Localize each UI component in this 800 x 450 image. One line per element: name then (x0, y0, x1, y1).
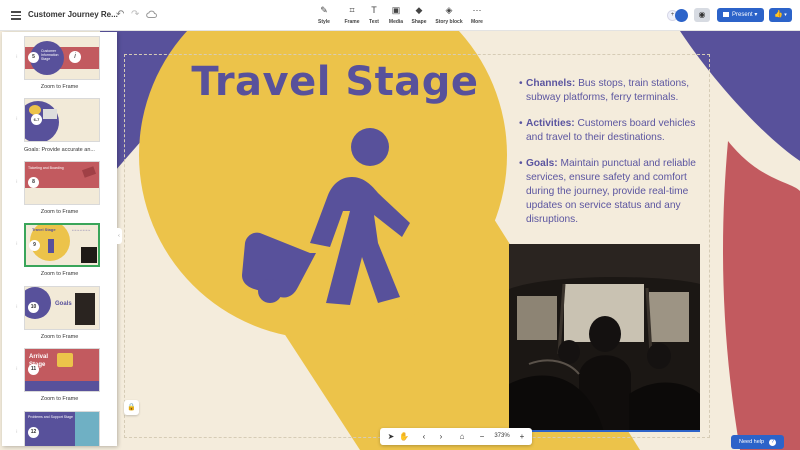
bullet-heading: Activities: (526, 118, 575, 129)
bullet-heading: Channels: (526, 78, 576, 89)
thumbnail-text: Ticketing and Boarding (28, 166, 64, 170)
document-title[interactable]: Customer Journey Re... (28, 10, 118, 19)
chevron-down-icon: ▾ (754, 12, 758, 18)
bullet-list[interactable]: Channels: Bus stops, train stations, sub… (519, 77, 714, 239)
redo-icon[interactable]: ↷ (131, 9, 139, 20)
thumbnail-frame[interactable]: Travel Stage ▪ ▪ ▪ ▪ ▪ ▪ ▪ ▪ ▪ ▪ ▪ ▪ 9 (24, 223, 100, 267)
thumbnail-text: Customer Information Stage (41, 49, 59, 61)
shape-icon: ◆ (415, 5, 423, 15)
bus-interior-photo[interactable] (509, 244, 700, 432)
thumbnail-frame[interactable]: 6-7 (24, 98, 100, 142)
thumbnail-number: 8 (28, 177, 39, 188)
zoom-in-icon[interactable]: + (516, 428, 528, 445)
collapse-panel-handle[interactable]: ‹ (116, 228, 122, 244)
drag-handle-icon[interactable]: ⁝ (16, 179, 18, 185)
preview-eye-button[interactable]: ◉ (694, 8, 710, 22)
bullet-heading: Goals: (526, 158, 558, 169)
bullet-channels: Channels: Bus stops, train stations, sub… (519, 77, 714, 105)
thumbnail-number: 5 (28, 52, 39, 63)
more-tool-label: More (471, 19, 483, 25)
red-right-shape (723, 141, 800, 450)
drag-handle-icon[interactable]: ⁝ (16, 54, 18, 60)
thumbnail-number: 12 (28, 427, 39, 438)
next-arrow-icon[interactable]: › (435, 428, 447, 445)
previous-arrow-icon[interactable]: ‹ (418, 428, 430, 445)
home-icon[interactable]: ⌂ (456, 428, 468, 445)
thumbnail-frame[interactable]: Ticketing and Boarding 8 (24, 161, 100, 205)
menu-icon[interactable] (11, 11, 21, 20)
slide-title[interactable]: Travel Stage (170, 59, 500, 105)
share-button[interactable]: 👍 ▾ (769, 8, 792, 22)
traveler-with-luggage-icon (242, 128, 410, 305)
cloud-save-icon (146, 10, 157, 21)
thumbnail-frame[interactable]: Customer Information Stage i 5 (24, 36, 100, 80)
collaborators-avatars[interactable]: + (667, 9, 689, 22)
more-icon: ⋯ (472, 5, 482, 15)
drag-handle-icon[interactable]: ⁝ (16, 366, 18, 372)
zoom-out-icon[interactable]: − (477, 428, 487, 445)
drag-handle-icon[interactable]: ⁝ (16, 241, 18, 247)
thumbnail-frame[interactable]: Goals 10 (24, 286, 100, 330)
thumbnail-frame[interactable]: Arrival Stage 11 (24, 348, 100, 392)
bullet-activities: Activities: Customers board vehicles and… (519, 117, 714, 145)
present-button[interactable]: Present ▾ (717, 8, 764, 22)
thumbnail-caption: Goals: Provide accurate an... (24, 147, 95, 153)
thumbnail-caption: Zoom to Frame (40, 84, 79, 90)
drag-handle-icon[interactable]: ⁝ (16, 116, 18, 122)
present-screen-icon (723, 11, 729, 17)
drag-handle-icon[interactable]: ⁝ (16, 304, 18, 310)
lock-button[interactable]: 🔒 (124, 400, 139, 415)
slides-thumbnail-panel: ⁝ Customer Information Stage i 5 Zoom to… (2, 32, 117, 446)
present-label: Present (732, 12, 753, 18)
hand-pan-tool-icon[interactable]: ✋ (398, 428, 410, 445)
thumbs-up-icon: 👍 (774, 11, 783, 18)
undo-icon[interactable]: ↶ (116, 9, 124, 20)
bullet-goals: Goals: Maintain punctual and reliable se… (519, 157, 714, 227)
thumbnail-number: 10 (28, 302, 39, 313)
thumbnail-caption: Zoom to Frame (40, 271, 79, 277)
thumbnail-text: Goals (55, 301, 72, 307)
drag-handle-icon[interactable]: ⁝ (16, 429, 18, 435)
thumbnail-frame[interactable]: Problems and Support Stage 12 (24, 411, 100, 446)
chevron-left-icon: ‹ (118, 233, 120, 239)
thumbnail-caption: Zoom to Frame (40, 209, 79, 215)
top-toolbar: Customer Journey Re... ↶ ↷ ✎ Style ⌗ Fra… (0, 0, 800, 31)
lock-icon: 🔒 (127, 404, 136, 411)
pointer-tool-icon[interactable]: ➤ (385, 428, 397, 445)
thumbnail-number: 9 (29, 240, 40, 251)
zoom-level[interactable]: 373% (490, 428, 514, 445)
selection-underline (509, 430, 700, 432)
eye-icon: ◉ (698, 10, 706, 19)
thumbnail-caption: Zoom to Frame (40, 334, 79, 340)
shape-tool-button[interactable]: ◆ Shape (402, 5, 436, 25)
chevron-down-icon: ▾ (782, 12, 787, 18)
need-help-label: Need help (739, 439, 765, 445)
thumbnail-number: 11 (28, 364, 39, 375)
thumbnail-number: 6-7 (31, 114, 42, 125)
bus-icon (57, 353, 73, 367)
shape-tool-label: Shape (411, 19, 427, 25)
bottom-navigation-bar: ➤ ✋ ‹ › ⌂ − 373% + (380, 428, 532, 445)
more-tool-button[interactable]: ⋯ More (460, 5, 494, 25)
thumbnail-text: Travel Stage (32, 227, 56, 232)
thumbnail-caption: Zoom to Frame (40, 396, 79, 402)
need-help-button[interactable]: Need help? (731, 435, 784, 449)
info-icon: i (69, 51, 81, 63)
avatar (675, 9, 688, 22)
help-icon: ? (769, 439, 777, 446)
